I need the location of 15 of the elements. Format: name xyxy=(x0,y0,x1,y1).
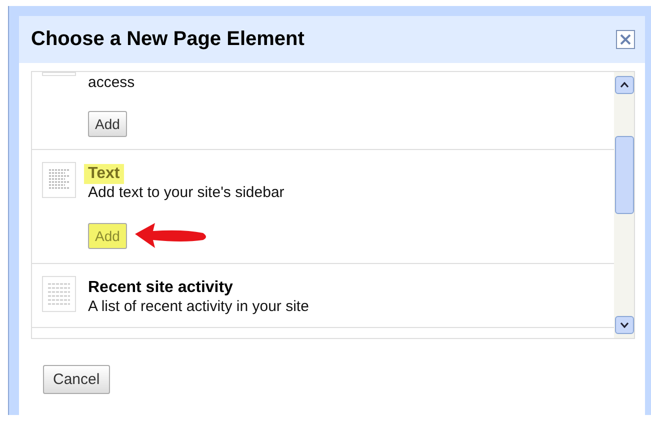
cancel-button[interactable]: Cancel xyxy=(43,365,110,394)
scrollbar-thumb[interactable] xyxy=(614,136,634,214)
scrollbar[interactable] xyxy=(614,72,634,338)
element-name: Text xyxy=(84,164,124,184)
element-description: Add text to your site's sidebar xyxy=(88,184,284,201)
element-description: access xyxy=(88,74,135,91)
element-name: Recent site activity xyxy=(87,278,234,298)
dialog-title: Choose a New Page Element xyxy=(31,28,304,51)
add-button[interactable]: Add xyxy=(88,111,127,137)
close-icon[interactable] xyxy=(619,33,632,46)
close-button[interactable] xyxy=(616,30,635,49)
element-description: A list of recent activity in your site xyxy=(88,298,309,315)
scroll-up-icon[interactable] xyxy=(614,76,634,94)
list-document-icon xyxy=(46,281,72,307)
scroll-down-icon[interactable] xyxy=(614,316,634,334)
